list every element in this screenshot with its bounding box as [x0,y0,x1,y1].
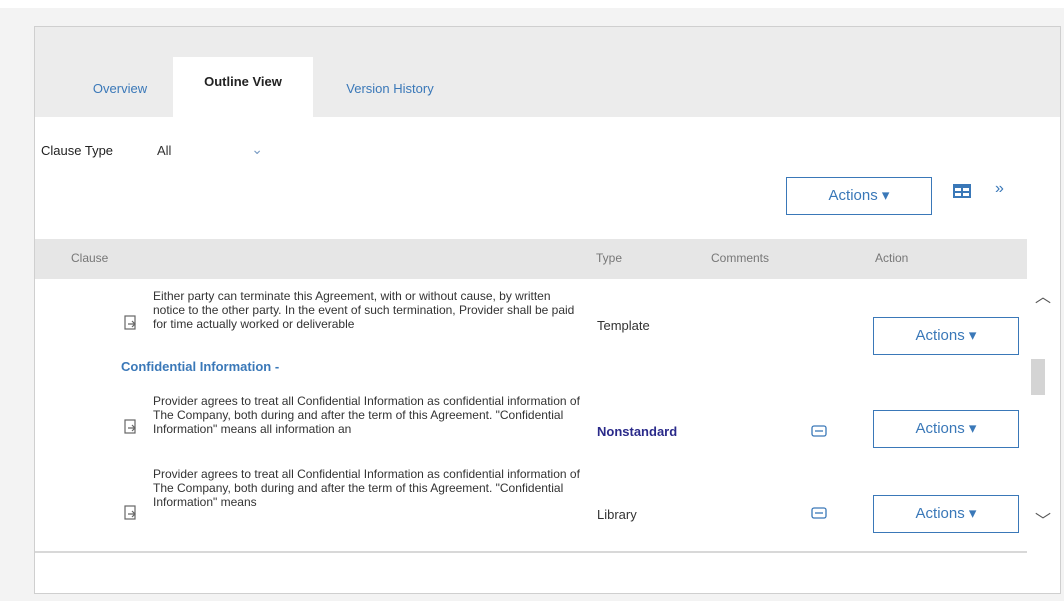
actions-button[interactable]: Actions ▾ [786,177,932,215]
tab-outline-view[interactable]: Outline View [173,57,313,117]
double-chevron-down-icon[interactable]: » [995,175,1011,203]
type-cell: Library [597,507,637,522]
column-comments: Comments [711,251,770,265]
comment-icon[interactable] [811,507,827,521]
vertical-scrollbar[interactable]: ︿ ﹀ [1027,279,1059,553]
section-heading[interactable]: Confidential Information - [121,359,279,374]
tab-bar: Overview Outline View Version History [35,27,1060,117]
column-type: Type [596,251,623,265]
clause-text: Provider agrees to treat all Confidentia… [153,394,580,436]
row-actions-button[interactable]: Actions ▾ [873,317,1019,355]
table-body: Either party can terminate this Agreemen… [35,279,1027,553]
scroll-down-icon[interactable]: ﹀ [1035,507,1051,531]
clause-type-value: All [157,143,172,158]
clause-type-label: Clause Type [41,143,114,158]
type-cell: Template [597,318,650,333]
outline-panel: Overview Outline View Version History Cl… [34,26,1061,594]
clause-text: Either party can terminate this Agreemen… [153,289,575,331]
bottom-divider [35,551,1027,553]
column-action: Action [875,251,909,265]
type-cell: Nonstandard [597,424,678,439]
document-icon[interactable] [123,419,139,435]
clause-text: Provider agrees to treat all Confidentia… [153,467,580,509]
clause-type-select[interactable]: All ⌄ [147,135,271,167]
row-actions-button[interactable]: Actions ▾ [873,495,1019,533]
row-actions-button[interactable]: Actions ▾ [873,410,1019,448]
grid-view-icon[interactable] [953,184,971,198]
document-icon[interactable] [123,315,139,331]
tab-version-history[interactable]: Version History [325,73,455,117]
column-clause: Clause [71,251,109,265]
comment-icon[interactable] [811,425,827,439]
tab-overview[interactable]: Overview [75,73,165,117]
scroll-thumb[interactable] [1031,359,1045,395]
chevron-down-icon: ⌄ [251,141,263,157]
document-icon[interactable] [123,505,139,521]
top-strip [0,0,1064,8]
scroll-up-icon[interactable]: ︿ [1035,283,1051,307]
table-header: Clause Type Comments Action [35,239,1027,279]
